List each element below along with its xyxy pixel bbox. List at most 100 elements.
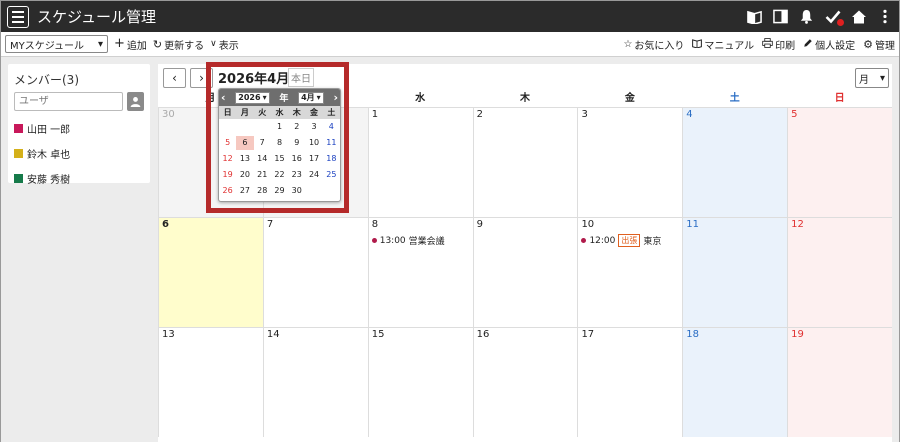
chevron-right-icon[interactable]: › — [333, 91, 338, 104]
calendar-event[interactable]: 13:00 営業会議 — [371, 234, 470, 247]
mini-day[interactable]: 2 — [288, 120, 305, 134]
month-select[interactable]: 4月 ▾ — [298, 91, 324, 104]
day-number: 9 — [476, 219, 483, 230]
member-item[interactable]: 山田 一郎 — [14, 121, 144, 136]
weekday-label: 水 — [415, 93, 426, 104]
mini-day[interactable]: 5 — [219, 136, 236, 150]
mini-day[interactable]: 11 — [323, 136, 340, 150]
mini-day[interactable]: 25 — [323, 168, 340, 182]
chevron-right-icon: › — [199, 71, 204, 85]
today-button[interactable]: 本日 — [288, 68, 314, 87]
mini-day[interactable]: 24 — [305, 168, 322, 182]
mini-day[interactable]: 17 — [305, 152, 322, 166]
mini-day[interactable]: 4 — [323, 120, 340, 134]
day-cell[interactable]: 11 — [682, 218, 788, 327]
mini-week-row: 26 27 28 29 30 — [219, 183, 340, 199]
mini-day-selected[interactable]: 6 — [236, 136, 254, 150]
home-icon[interactable] — [850, 8, 867, 25]
prev-month-button[interactable]: ‹ — [163, 68, 186, 88]
admin-button[interactable]: ⚙ 管理 — [863, 37, 895, 52]
calendar-event[interactable]: 12:00 出張 東京 — [581, 234, 679, 247]
member-color-swatch — [14, 124, 23, 133]
day-cell[interactable]: 10 12:00 出張 東京 — [577, 218, 682, 327]
mini-day[interactable]: 9 — [288, 136, 305, 150]
mini-day[interactable]: 29 — [271, 184, 288, 198]
check-icon[interactable] — [824, 8, 844, 26]
month-title[interactable]: 2026年4月 — [218, 68, 289, 87]
mini-weekday: 水 — [275, 108, 284, 117]
chevron-down-icon: ∨ — [210, 39, 217, 49]
event-dot — [371, 238, 377, 243]
event-time: 13:00 — [379, 235, 406, 246]
day-cell[interactable]: 14 — [262, 328, 368, 437]
sidebar-panel-icon[interactable] — [772, 8, 789, 25]
mini-day[interactable]: 20 — [236, 168, 253, 182]
day-cell[interactable]: 18 — [682, 328, 788, 437]
mini-day[interactable]: 23 — [288, 168, 305, 182]
mini-day[interactable]: 28 — [254, 184, 271, 198]
mini-day[interactable]: 26 — [219, 184, 236, 198]
mini-day[interactable]: 13 — [236, 152, 253, 166]
date-picker-popup: ‹ 2026 ▾ 年 4月 ▾ › 日 月 火 水 木 金 土 1 2 3 4 … — [218, 88, 341, 202]
mini-day[interactable]: 21 — [254, 168, 271, 182]
mini-day[interactable]: 14 — [254, 152, 271, 166]
refresh-button[interactable]: ↻ 更新する — [153, 37, 204, 52]
display-button[interactable]: ∨ 表示 — [210, 37, 239, 52]
weekday-label: 土 — [729, 93, 740, 104]
notification-dot — [837, 19, 844, 26]
mini-day[interactable]: 8 — [271, 136, 288, 150]
day-cell[interactable]: 9 — [472, 218, 578, 327]
mini-day[interactable]: 27 — [236, 184, 253, 198]
day-cell[interactable]: 8 13:00 営業会議 — [367, 218, 473, 327]
day-cell[interactable]: 17 — [577, 328, 682, 437]
mini-day[interactable]: 16 — [288, 152, 305, 166]
day-number: 10 — [581, 219, 595, 230]
view-select[interactable]: 月 ▾ — [855, 68, 889, 88]
book-icon[interactable] — [746, 8, 763, 25]
favorites-button[interactable]: ☆ お気に入り — [623, 37, 684, 52]
pencil-icon — [803, 38, 813, 51]
day-number: 13 — [162, 329, 175, 340]
day-cell[interactable]: 5 — [787, 108, 893, 217]
chevron-down-icon: ▾ — [97, 38, 103, 50]
day-cell[interactable]: 4 — [682, 108, 788, 217]
day-cell[interactable]: 3 — [577, 108, 682, 217]
year-select[interactable]: 2026 ▾ — [235, 91, 270, 104]
user-picker-button[interactable] — [127, 92, 144, 111]
hamburger-menu-icon[interactable] — [7, 5, 29, 28]
mini-day[interactable]: 19 — [219, 168, 236, 182]
member-color-swatch — [14, 149, 23, 158]
chevron-left-icon[interactable]: ‹ — [221, 91, 226, 104]
day-cell[interactable]: 16 — [472, 328, 578, 437]
personal-settings-button[interactable]: 個人設定 — [803, 37, 855, 52]
bell-icon[interactable] — [798, 8, 815, 25]
manual-button[interactable]: マニュアル — [692, 37, 754, 52]
mini-day[interactable]: 18 — [323, 152, 340, 166]
more-vertical-icon[interactable] — [876, 8, 893, 25]
add-button[interactable]: + 追加 — [114, 37, 147, 52]
day-cell[interactable]: 2 — [472, 108, 578, 217]
member-item[interactable]: 安藤 秀樹 — [14, 171, 144, 186]
day-cell[interactable]: 1 — [367, 108, 473, 217]
day-cell-today[interactable]: 6 — [158, 218, 263, 327]
member-item[interactable]: 鈴木 卓也 — [14, 146, 144, 161]
mini-day[interactable]: 30 — [288, 184, 305, 198]
print-button[interactable]: 印刷 — [762, 37, 795, 52]
mini-day[interactable]: 10 — [305, 136, 322, 150]
mini-day[interactable]: 1 — [271, 120, 288, 134]
day-cell[interactable]: 19 — [787, 328, 893, 437]
schedule-select[interactable]: MYスケジュール ▾ — [5, 35, 108, 53]
day-cell[interactable]: 15 — [367, 328, 473, 437]
mini-day[interactable]: 15 — [271, 152, 288, 166]
day-cell[interactable]: 7 — [262, 218, 368, 327]
user-search-input[interactable] — [14, 92, 123, 111]
next-month-button[interactable]: › — [190, 68, 213, 88]
mini-day[interactable]: 3 — [305, 120, 322, 134]
mini-day[interactable]: 12 — [219, 152, 236, 166]
day-number: 6 — [162, 219, 169, 230]
day-cell[interactable]: 12 — [787, 218, 893, 327]
mini-day[interactable]: 22 — [271, 168, 288, 182]
day-cell[interactable]: 13 — [158, 328, 263, 437]
mini-day[interactable]: 7 — [254, 136, 271, 150]
mini-week-row: 19 20 21 22 23 24 25 — [219, 167, 340, 183]
